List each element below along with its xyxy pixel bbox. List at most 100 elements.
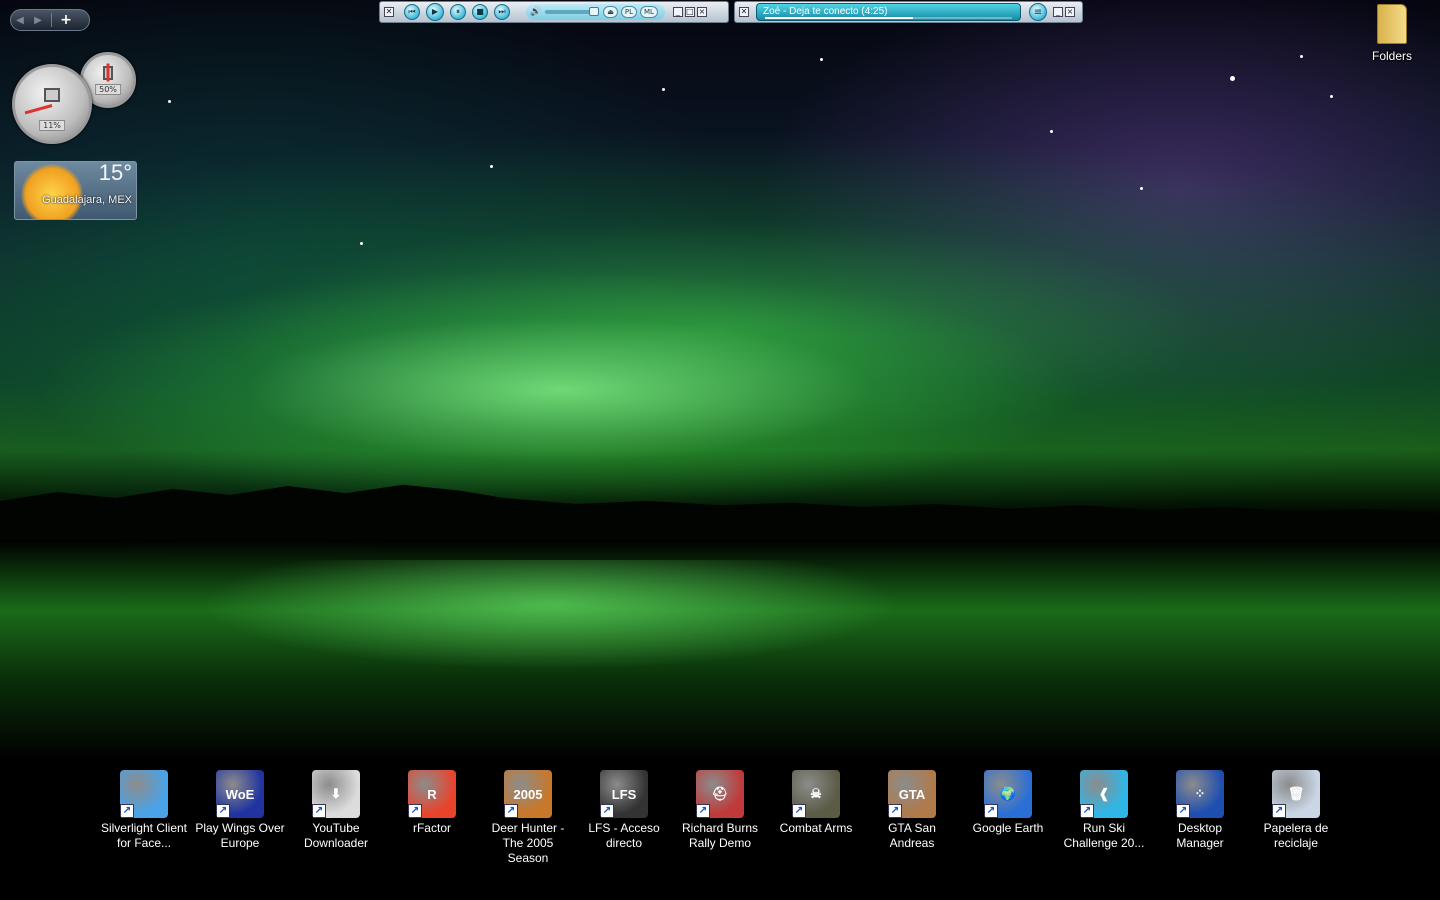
- lfs-icon: LFS ↗: [600, 770, 648, 818]
- play-button[interactable]: ▶: [426, 3, 444, 21]
- seek-bar[interactable]: [765, 17, 1012, 19]
- shortcut-arrow-icon: ↗: [600, 804, 614, 818]
- close-button[interactable]: ×: [696, 7, 707, 17]
- minimize-button[interactable]: _: [1053, 7, 1063, 17]
- desktop-icon[interactable]: LFS ↗ LFS - Acceso directo: [578, 770, 670, 851]
- desktop-icon-label: Richard Burns Rally Demo: [681, 821, 759, 850]
- shortcut-arrow-icon: ↗: [792, 804, 806, 818]
- gta-san-andreas-icon: GTA ↗: [888, 770, 936, 818]
- memory-needle: [106, 63, 110, 82]
- richard-burns-rally-icon: ⛑ ↗: [696, 770, 744, 818]
- volume-knob[interactable]: [589, 7, 600, 16]
- media-player-controls: ✕ ⏮ ▶ ⏸ ■ ⏭ 🔊 ⏏ PL ML _ □ ×: [379, 1, 729, 23]
- cpu-icon: [44, 87, 60, 102]
- google-earth-icon: 🌍 ↗: [984, 770, 1032, 818]
- shortcut-arrow-icon: ↗: [1176, 804, 1190, 818]
- next-track-button[interactable]: ⏭: [494, 4, 510, 20]
- memory-readout: 50%: [95, 84, 121, 95]
- youtube-downloader-icon: ⬇ ↗: [312, 770, 360, 818]
- desktop-icon[interactable]: 2005 ↗ Deer Hunter - The 2005 Season: [482, 770, 574, 866]
- shortcut-arrow-icon: ↗: [312, 804, 326, 818]
- restore-button[interactable]: □: [684, 7, 695, 17]
- media-library-button[interactable]: ML: [639, 6, 658, 18]
- desktop-icon[interactable]: ❰ ↗ Run Ski Challenge 20...: [1058, 770, 1150, 851]
- cpu-meter-gadget[interactable]: 50% 11%: [12, 52, 137, 144]
- silverlight-icon: ↗: [120, 770, 168, 818]
- rfactor-icon: R ↗: [408, 770, 456, 818]
- volume-slider[interactable]: [545, 7, 600, 16]
- desktop-icon-label: Desktop Manager: [1176, 821, 1224, 850]
- close-button[interactable]: ×: [1065, 7, 1075, 17]
- star: [1050, 130, 1053, 133]
- desktop-icon-label: Papelera de reciclaje: [1263, 821, 1329, 850]
- now-playing-title: Zoé - Deja te conecto (4:25): [763, 6, 888, 17]
- volume-area: 🔊 ⏏ PL ML: [526, 4, 665, 20]
- shortcut-arrow-icon: ↗: [1080, 804, 1094, 818]
- desktop-icon[interactable]: R ↗ rFactor: [386, 770, 478, 836]
- desktop-icon-label: Deer Hunter - The 2005 Season: [491, 821, 565, 865]
- desktop-icon[interactable]: ⛑ ↗ Richard Burns Rally Demo: [674, 770, 766, 851]
- shortcut-arrow-icon: ↗: [504, 804, 518, 818]
- wings-over-europe-icon: WoE ↗: [216, 770, 264, 818]
- desktop-icon-label: Play Wings Over Europe: [195, 821, 285, 850]
- desktop-icon-label: Run Ski Challenge 20...: [1063, 821, 1145, 850]
- desktop-icon-label: GTA San Andreas: [888, 821, 936, 850]
- shortcut-arrow-icon: ↗: [984, 804, 998, 818]
- eject-button[interactable]: ⏏: [603, 6, 618, 18]
- desktop-icon[interactable]: ↗ Silverlight Client for Face...: [98, 770, 190, 851]
- desktop-icon[interactable]: 🌍 ↗ Google Earth: [962, 770, 1054, 836]
- desktop-icon[interactable]: 🗑 ↗ Papelera de reciclaje: [1250, 770, 1342, 851]
- shortcut-arrow-icon: ↗: [120, 804, 134, 818]
- stop-button[interactable]: ■: [472, 4, 488, 20]
- weather-temperature: 15°: [98, 161, 132, 185]
- blackberry-desktop-manager-icon: ⁘ ↗: [1176, 770, 1224, 818]
- add-gadget-button[interactable]: +: [56, 12, 76, 28]
- desktop-icon[interactable]: GTA ↗ GTA San Andreas: [866, 770, 958, 851]
- star: [1140, 187, 1143, 190]
- minimize-button[interactable]: _: [672, 7, 683, 17]
- shortcut-arrow-icon: ↗: [1272, 804, 1286, 818]
- aurora-reflection: [200, 560, 900, 670]
- desktop-icon[interactable]: ⬇ ↗ YouTube Downloader: [290, 770, 382, 851]
- sidebar-prev-button[interactable]: ◀: [11, 15, 29, 26]
- desktop-icon-label: Folders: [1371, 49, 1412, 63]
- star: [820, 58, 823, 61]
- previous-track-button[interactable]: ⏮: [404, 4, 420, 20]
- desktop-icon[interactable]: WoE ↗ Play Wings Over Europe: [194, 770, 286, 851]
- cpu-readout: 11%: [39, 120, 65, 131]
- star: [1300, 55, 1303, 58]
- now-playing-display[interactable]: Zoé - Deja te conecto (4:25): [756, 3, 1021, 21]
- shortcut-arrow-icon: ↗: [696, 804, 710, 818]
- desktop-icon-label: Google Earth: [972, 821, 1044, 835]
- desktop-icon-label: rFactor: [412, 821, 451, 835]
- star: [168, 100, 171, 103]
- player-options-icon[interactable]: ✕: [384, 7, 394, 17]
- media-player-now-playing: ✕ Zoé - Deja te conecto (4:25) ≡ _ ×: [734, 1, 1083, 23]
- desktop-icon-label: Silverlight Client for Face...: [100, 821, 188, 850]
- desktop-icon-label: YouTube Downloader: [303, 821, 369, 850]
- star: [1230, 76, 1235, 81]
- seek-bar-fill: [765, 17, 914, 19]
- shortcut-arrow-icon: ↗: [408, 804, 422, 818]
- player-menu-button[interactable]: ≡: [1029, 3, 1047, 21]
- star: [662, 88, 665, 91]
- shortcut-arrow-icon: ↗: [216, 804, 230, 818]
- star: [360, 242, 363, 245]
- deer-hunter-icon: 2005 ↗: [504, 770, 552, 818]
- pause-button[interactable]: ⏸: [450, 4, 466, 20]
- desktop-icon-folders[interactable]: Folders: [1346, 2, 1438, 64]
- weather-gadget[interactable]: 15° Guadalajara, MEX: [14, 161, 137, 220]
- cpu-gauge: 11%: [12, 64, 92, 144]
- desktop-icon[interactable]: ☠ ↗ Combat Arms: [770, 770, 862, 836]
- cpu-needle: [24, 104, 53, 115]
- sidebar-nav-divider: [51, 13, 52, 27]
- sidebar-gadget-nav: ◀ ▶ +: [10, 9, 90, 31]
- volume-icon[interactable]: 🔊: [530, 7, 541, 17]
- sidebar-next-button[interactable]: ▶: [29, 15, 47, 26]
- player-options-icon[interactable]: ✕: [739, 7, 749, 17]
- playlist-button[interactable]: PL: [620, 6, 637, 18]
- folder-icon: [1374, 2, 1410, 46]
- combat-arms-icon: ☠ ↗: [792, 770, 840, 818]
- desktop-icon[interactable]: ⁘ ↗ Desktop Manager: [1154, 770, 1246, 851]
- desktop-icon-label: LFS - Acceso directo: [588, 821, 660, 850]
